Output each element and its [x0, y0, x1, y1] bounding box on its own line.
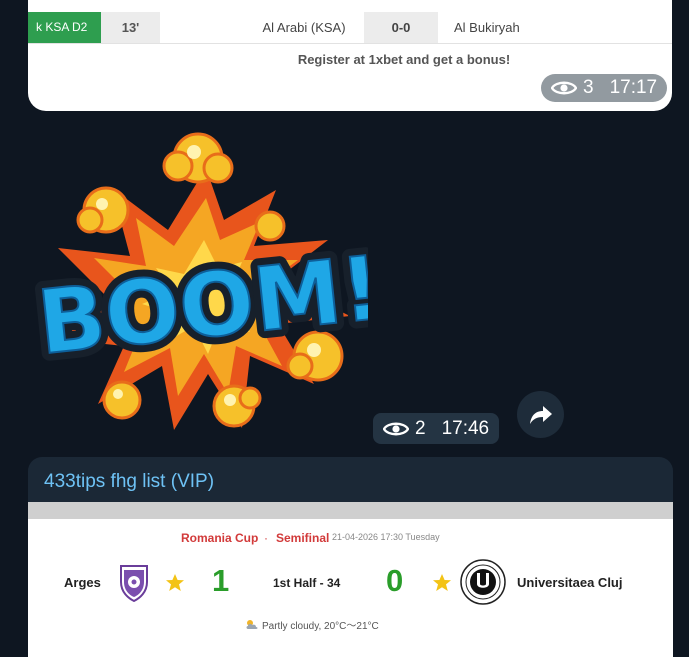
- competition-stage: Semifinal: [276, 531, 330, 545]
- message-time: 17:17: [609, 77, 658, 98]
- home-team: Arges: [64, 575, 101, 590]
- eye-icon: [551, 81, 577, 95]
- away-score: 0: [386, 563, 404, 598]
- arges-logo: [120, 565, 148, 602]
- boom-sticker[interactable]: BOOM! BOOM!: [25, 128, 394, 446]
- star-icon[interactable]: [165, 573, 185, 592]
- match-row: k KSA D2 13' Al Arabi (KSA) 0-0 Al Bukir…: [28, 12, 672, 44]
- boom-sticker-image: BOOM! BOOM!: [25, 132, 394, 430]
- universitatea-cluj-logo: [460, 559, 506, 605]
- view-count: 2: [415, 417, 426, 439]
- match-minute: 13': [101, 12, 160, 43]
- promo-text: Register at 1xbet and get a bonus!: [297, 52, 511, 67]
- weather-text: Partly cloudy, 20°C～21°C: [262, 621, 379, 632]
- image-header-band: [28, 502, 673, 519]
- partly-cloudy-icon: [246, 620, 258, 629]
- match-status: 1st Half - 34: [273, 576, 341, 590]
- match-card: Romania Cup · Semifinal 21-04-2026 17:30…: [28, 519, 673, 657]
- competition-name: Romania Cup: [181, 531, 259, 545]
- star-icon[interactable]: [432, 573, 452, 592]
- match-score: 0-0: [364, 12, 438, 43]
- message-meta: 3 17:17: [541, 74, 667, 102]
- match-message-card: k KSA D2 13' Al Arabi (KSA) 0-0 Al Bukir…: [28, 0, 672, 111]
- match-datetime: 21-04-2026 17:30 Tuesday: [332, 532, 440, 542]
- home-team: Al Arabi (KSA): [262, 20, 346, 35]
- league-tag: k KSA D2: [28, 12, 101, 43]
- weather-line: Partly cloudy, 20°C～21°C: [245, 617, 379, 632]
- share-button[interactable]: [517, 391, 564, 438]
- separator: ·: [264, 531, 268, 545]
- vip-message-card: 433tips fhg list (VIP) Romania Cup · Sem…: [28, 457, 673, 657]
- away-team: Universitaea Cluj: [517, 575, 623, 590]
- message-time: 17:46: [441, 417, 490, 439]
- away-team: Al Bukiryah: [454, 20, 520, 35]
- view-count: 3: [583, 77, 594, 98]
- channel-title[interactable]: 433tips fhg list (VIP): [44, 471, 214, 493]
- home-score: 1: [212, 563, 230, 598]
- sticker-meta: 2 17:46: [373, 413, 499, 444]
- eye-icon: [383, 422, 409, 435]
- divider: [28, 43, 672, 44]
- share-arrow-icon: [529, 405, 552, 424]
